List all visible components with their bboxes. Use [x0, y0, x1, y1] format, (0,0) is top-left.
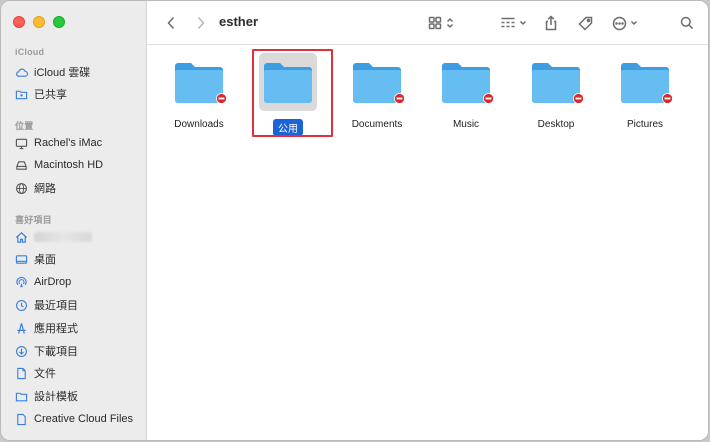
- tag-icon: [577, 16, 592, 31]
- sidebar-item-icloud-drive[interactable]: iCloud 雲碟: [15, 62, 143, 82]
- sidebar-item-downloads[interactable]: 下載項目: [15, 341, 143, 361]
- folder-item-desktop[interactable]: Desktop: [513, 51, 599, 137]
- group-by-button[interactable]: [497, 13, 529, 33]
- sidebar-item-label: Rachel's iMac: [34, 137, 103, 149]
- no-access-badge-icon: [483, 93, 494, 104]
- folder-label: Downloads: [174, 119, 224, 130]
- sidebar-item-label: Creative Cloud Files: [34, 413, 134, 425]
- clock-icon: [15, 299, 28, 312]
- folder-icon: [264, 63, 312, 103]
- sidebar-item-home[interactable]: [15, 227, 143, 247]
- folder-label: Music: [452, 119, 480, 130]
- main-content: esther Downloads 公用 Documents Music Desk…: [147, 1, 708, 440]
- sidebar-item-recents[interactable]: 最近項目: [15, 295, 143, 315]
- desktop-icon: [15, 253, 28, 266]
- sidebar-item-label: 下載項目: [34, 346, 78, 358]
- sidebar-item-label: iCloud 雲碟: [34, 67, 91, 79]
- share-button[interactable]: [541, 13, 561, 33]
- folder-label: Pictures: [626, 119, 664, 130]
- icon-grid-icon: [428, 16, 442, 30]
- network-globe-icon: [15, 182, 28, 195]
- folder-item-music[interactable]: Music: [423, 51, 509, 137]
- group-grid-icon: [501, 17, 514, 28]
- sidebar-section-locations: 位置: [15, 121, 34, 131]
- chevron-right-icon: [197, 16, 205, 30]
- window-title: esther: [219, 14, 259, 29]
- back-button[interactable]: [161, 13, 181, 33]
- folder-icon-wrap: [437, 53, 495, 111]
- sidebar-item-label: 應用程式: [34, 323, 78, 335]
- forward-button[interactable]: [191, 13, 211, 33]
- share-icon: [545, 15, 557, 31]
- window-controls: [13, 16, 65, 28]
- sidebar: iCloud iCloud 雲碟 已共享 位置 Rachel's iMac Ma…: [1, 1, 147, 440]
- chevron-down-icon: [630, 20, 638, 26]
- sidebar-item-shared[interactable]: 已共享: [15, 84, 143, 104]
- sidebar-section-icloud: iCloud: [15, 47, 45, 57]
- shared-folder-icon: [15, 88, 28, 101]
- no-access-badge-icon: [662, 93, 673, 104]
- folder-item-documents[interactable]: Documents: [334, 51, 420, 137]
- sidebar-item-label: AirDrop: [34, 276, 72, 288]
- sidebar-item-design-templates[interactable]: 設計模板: [15, 386, 143, 406]
- chevron-down-icon: [519, 20, 526, 26]
- search-icon: [680, 16, 694, 30]
- document-icon: [15, 367, 28, 380]
- no-access-badge-icon: [573, 93, 584, 104]
- folder-icon-wrap: [170, 53, 228, 111]
- sidebar-item-label: 已共享: [34, 89, 67, 101]
- finder-window: iCloud iCloud 雲碟 已共享 位置 Rachel's iMac Ma…: [0, 0, 709, 441]
- imac-icon: [15, 137, 28, 150]
- no-access-badge-icon: [216, 93, 227, 104]
- cloud-icon: [15, 66, 28, 79]
- zoom-button[interactable]: [53, 16, 65, 28]
- folder-label: Documents: [351, 119, 403, 130]
- sidebar-item-label: 文件: [34, 368, 56, 380]
- sidebar-item-network[interactable]: 網路: [15, 178, 143, 198]
- folder-icon-wrap: [527, 53, 585, 111]
- disk-icon: [15, 159, 28, 172]
- sidebar-item-label: 網路: [34, 183, 56, 195]
- home-icon: [15, 231, 28, 244]
- folder-label: Desktop: [537, 119, 575, 130]
- folder-icon-wrap: [616, 53, 674, 111]
- sidebar-section-favorites: 喜好項目: [15, 215, 52, 225]
- sidebar-item-applications[interactable]: 應用程式: [15, 318, 143, 338]
- applications-icon: [15, 322, 28, 335]
- file-icon: [15, 413, 28, 426]
- sidebar-item-creative-cloud-files[interactable]: Creative Cloud Files: [15, 409, 143, 429]
- sidebar-item-imac[interactable]: Rachel's iMac: [15, 133, 143, 153]
- sidebar-item-label: Macintosh HD: [34, 159, 104, 171]
- sidebar-item-documents[interactable]: 文件: [15, 363, 143, 383]
- sidebar-item-label: 最近項目: [34, 300, 78, 312]
- redacted-username: [34, 232, 92, 242]
- close-button[interactable]: [13, 16, 25, 28]
- download-icon: [15, 345, 28, 358]
- airdrop-icon: [15, 276, 28, 289]
- minimize-button[interactable]: [33, 16, 45, 28]
- folder-icon-wrap: [348, 53, 406, 111]
- ellipsis-circle-icon: [612, 16, 627, 30]
- folder-item-public[interactable]: 公用: [245, 51, 331, 137]
- sidebar-item-label: 桌面: [34, 254, 56, 266]
- view-mode-button[interactable]: [425, 13, 457, 33]
- chevron-left-icon: [167, 16, 175, 30]
- folder-item-downloads[interactable]: Downloads: [156, 51, 242, 137]
- sidebar-item-airdrop[interactable]: AirDrop: [15, 272, 143, 292]
- no-access-badge-icon: [394, 93, 405, 104]
- sidebar-item-macintosh-hd[interactable]: Macintosh HD: [15, 155, 143, 175]
- toolbar: esther: [147, 1, 708, 45]
- sidebar-item-desktop[interactable]: 桌面: [15, 249, 143, 269]
- chevron-updown-icon: [446, 17, 454, 29]
- folder-item-pictures[interactable]: Pictures: [602, 51, 688, 137]
- folder-icon: [15, 390, 28, 403]
- folder-icon-wrap: [259, 53, 317, 111]
- search-button[interactable]: [677, 13, 697, 33]
- tags-button[interactable]: [575, 13, 595, 33]
- sidebar-item-label: 設計模板: [34, 391, 78, 403]
- action-menu-button[interactable]: [609, 13, 641, 33]
- folder-label: 公用: [273, 119, 303, 136]
